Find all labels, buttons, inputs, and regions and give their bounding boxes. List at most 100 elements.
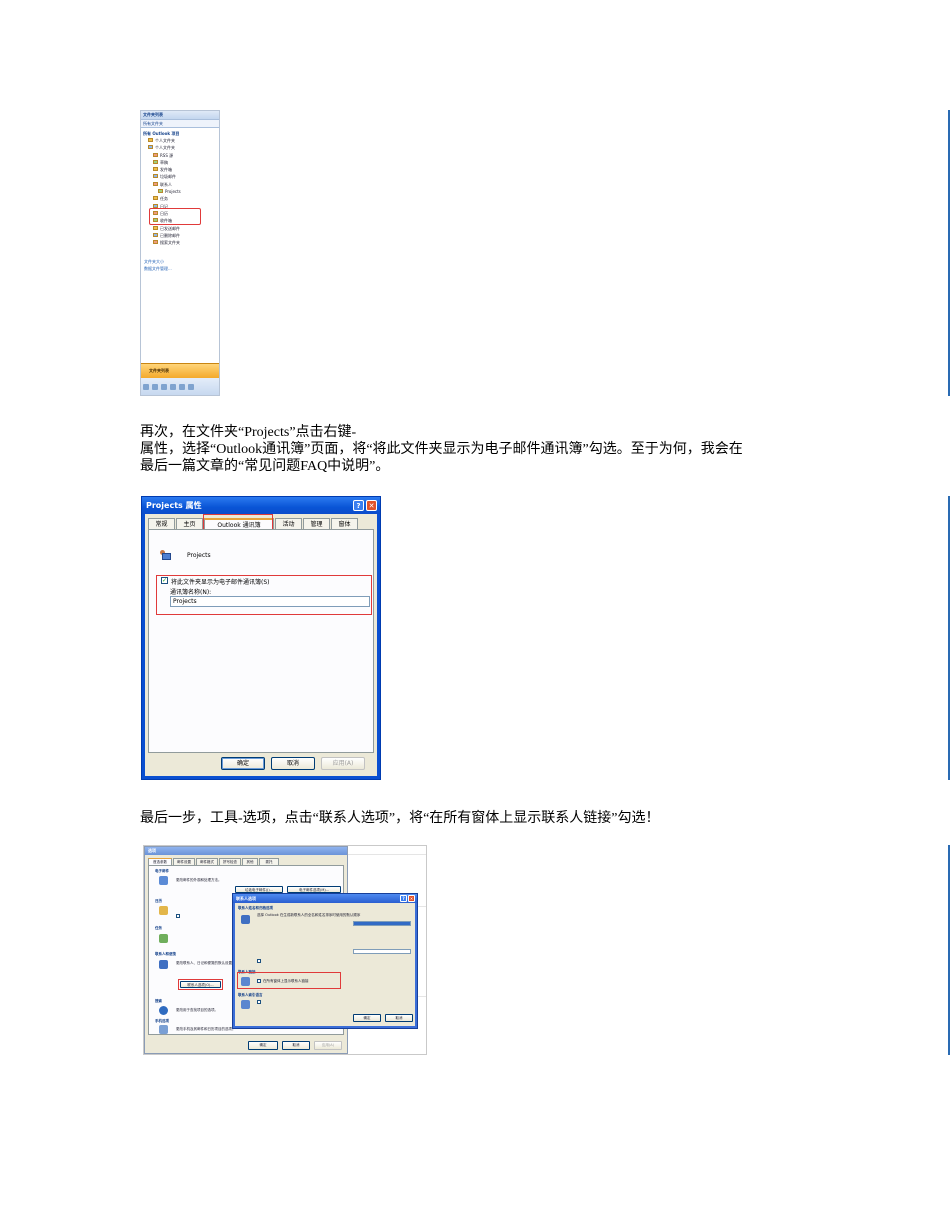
mobile-description: 更改手机及其邮件和日历项目的选项。 <box>176 1027 236 1031</box>
cd-index-section: 联系人索引语言 <box>238 993 263 997</box>
options-title: 选项 <box>145 847 347 855</box>
close-icon[interactable]: ✕ <box>366 500 377 511</box>
email-description: 更改邮件的外观和处理方法。 <box>176 878 222 882</box>
folder-icon <box>153 159 158 164</box>
folder-size-link[interactable]: 文件夹大小 <box>141 258 219 265</box>
folder-tree-item-label: 搜索文件夹 <box>160 240 180 246</box>
folder-tree-item[interactable]: Projects <box>141 188 219 195</box>
cd-name-filing-section: 联系人姓名和归档选项 <box>238 906 273 910</box>
notes-icon[interactable] <box>179 384 185 390</box>
data-file-management-link[interactable]: 数据文件管理... <box>141 265 219 272</box>
folder-icon <box>153 152 158 157</box>
calendar-icon[interactable] <box>152 384 158 390</box>
tab-other[interactable]: 其他 <box>242 858 258 865</box>
options-ok-button[interactable]: 确定 <box>248 1041 278 1050</box>
file-as-order-select[interactable] <box>353 949 411 954</box>
folder-tree-item[interactable]: 垃圾邮件 <box>141 173 219 180</box>
paragraph-1-line-3: 最后一篇文章的“常见问题FAQ中说明”。 <box>140 459 390 474</box>
highlight-contact-options <box>178 979 223 990</box>
tab-general[interactable]: 常规 <box>148 518 175 529</box>
folder-tree-item[interactable]: 搜索文件夹 <box>141 239 219 246</box>
options-apply-button[interactable]: 应用(A) <box>314 1041 342 1050</box>
reminder-checkbox[interactable] <box>176 914 180 918</box>
folder-tree-item[interactable]: 草稿 <box>141 159 219 166</box>
contact-options-body: 联系人姓名和归档选项 选择 Outlook 在生成新联系人的全名和姓名排序时使用… <box>235 903 415 1026</box>
folder-tree-item[interactable]: 已删除邮件 <box>141 232 219 239</box>
tab-delegates[interactable]: 委托 <box>259 858 279 865</box>
outlook-items-group: 所有 Outlook 项目 <box>143 131 180 136</box>
full-name-order-select[interactable] <box>353 921 411 926</box>
section-calendar: 日历 <box>155 899 162 903</box>
highlight-projects-folder <box>149 208 201 225</box>
tab-home-page[interactable]: 主页 <box>176 518 203 529</box>
mail-icon[interactable] <box>143 384 149 390</box>
section-search: 搜索 <box>155 999 162 1003</box>
check-duplicates-checkbox[interactable] <box>257 959 261 963</box>
folder-tree-item-label: 已删除邮件 <box>160 232 180 238</box>
junk-email-button[interactable]: 垃圾电子邮件(J)... <box>235 886 283 893</box>
options-cancel-button[interactable]: 取消 <box>282 1041 310 1050</box>
tab-preferences[interactable]: 首选参数 <box>148 858 172 865</box>
show-as-address-book-label: 将此文件夹显示为电子邮件通讯簿(S) <box>171 579 270 586</box>
folder-tree-item[interactable]: 发件箱 <box>141 166 219 173</box>
close-icon[interactable]: ✕ <box>408 895 415 902</box>
contacts-icon[interactable] <box>161 384 167 390</box>
folder-tree-item-label: Projects <box>165 189 181 195</box>
folder-tree-item[interactable]: 联系人 <box>141 181 219 188</box>
folder-icon <box>148 145 153 150</box>
folder-tree-item[interactable]: RSS 源 <box>141 152 219 159</box>
folder-icon <box>153 196 158 201</box>
calendar-icon <box>159 906 168 915</box>
search-description: 更改用于查找项目的选项。 <box>176 1008 218 1012</box>
contacts-description: 更改联系人、日记和便笺的默认设置。 <box>176 961 236 965</box>
address-book-name-label: 通讯簿名称(N): <box>170 589 212 596</box>
cancel-button[interactable]: 取消 <box>271 757 315 770</box>
tab-forms[interactable]: 窗体 <box>331 518 358 529</box>
email-options-button[interactable]: 电子邮件选项(M)... <box>287 886 341 893</box>
folder-list-screenshot: 文件夹列表 所有文件夹 所有 Outlook 项目 个人文件夹 个人文件夹 RSS … <box>140 110 220 396</box>
mail-icon <box>159 876 168 885</box>
contact-options-cancel-button[interactable]: 取消 <box>385 1014 413 1022</box>
show-as-address-book-checkbox[interactable]: ✓ <box>161 577 168 584</box>
folder-tree-item[interactable]: 已发送邮件 <box>141 225 219 232</box>
folder-icon <box>153 167 158 172</box>
tab-administration[interactable]: 管理 <box>303 518 330 529</box>
paragraph-2-line-1: 最后一步，工具-选项，点击“联系人选项”，将“在所有窗体上显示联系人链接”勾选！ <box>140 811 660 826</box>
folder-list-header: 文件夹列表 <box>141 111 219 119</box>
mobile-icon <box>159 1025 168 1034</box>
folder-tree-item-label: 垃圾邮件 <box>160 174 176 180</box>
folder-tree-item[interactable]: 个人文件夹 <box>141 137 219 144</box>
contacts-icon <box>159 960 168 969</box>
tasks-icon[interactable] <box>170 384 176 390</box>
dialog-title-text: Projects 属性 <box>146 501 202 510</box>
index-language-checkbox[interactable] <box>257 1000 261 1004</box>
highlight-contact-links <box>237 972 341 989</box>
search-icon <box>159 1006 168 1015</box>
folder-icon[interactable] <box>188 384 194 390</box>
folder-tree-item[interactable]: 个人文件夹 <box>141 144 219 151</box>
paragraph-1-line-1: 再次，在文件夹“Projects”点击右键- <box>140 425 357 440</box>
apply-button[interactable]: 应用(A) <box>321 757 365 770</box>
folder-tree-item-label: 联系人 <box>160 181 172 187</box>
contact-folder-icon <box>159 550 171 561</box>
section-tasks: 任务 <box>155 926 162 930</box>
cd-description: 选择 Outlook 在生成新联系人的全名和姓名排序时使用的默认顺序 <box>257 913 361 917</box>
help-icon[interactable]: ? <box>353 500 364 511</box>
folder-tree-item-label: 任务 <box>160 196 168 202</box>
folder-icon <box>148 138 153 142</box>
tab-spelling[interactable]: 拼写检查 <box>219 858 241 865</box>
tab-mail-setup[interactable]: 邮件设置 <box>173 858 195 865</box>
folder-list-button[interactable]: 文件夹列表 <box>141 363 219 378</box>
ok-button[interactable]: 确定 <box>221 757 265 770</box>
address-book-name-field[interactable]: Projects <box>170 596 370 607</box>
section-mobile: 手机选项 <box>155 1019 169 1023</box>
index-icon <box>241 1000 250 1009</box>
folder-tree: 个人文件夹 个人文件夹 RSS 源草稿 发件箱 垃圾邮件 联系人 Projects 任务 日记日… <box>141 137 219 246</box>
tab-activities[interactable]: 活动 <box>275 518 302 529</box>
tab-mail-format[interactable]: 邮件格式 <box>196 858 218 865</box>
contact-options-ok-button[interactable]: 确定 <box>353 1014 381 1022</box>
contact-options-title-text: 联系人选项 <box>236 896 256 901</box>
projects-properties-dialog: Projects 属性 ? ✕ 常规 主页 Outlook 通讯簿 活动 管理 … <box>141 496 381 780</box>
help-icon[interactable]: ? <box>400 895 407 902</box>
folder-tree-item[interactable]: 任务 <box>141 195 219 202</box>
